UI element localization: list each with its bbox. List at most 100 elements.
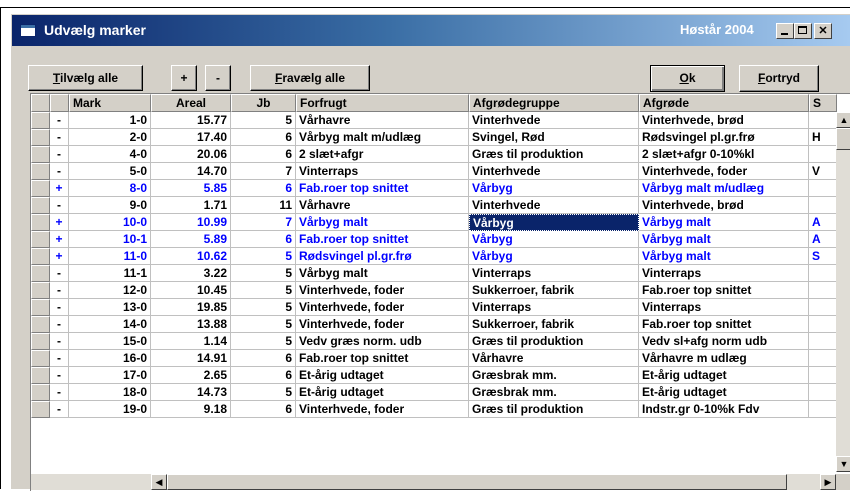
row-previous-crop[interactable]: Vinterraps <box>296 163 469 180</box>
table-row[interactable]: -15-0 1.14 5 Vedv græs norm. udb Græs til pr… <box>31 333 837 350</box>
row-s[interactable] <box>809 197 837 214</box>
table-row[interactable]: -14-0 13.88 5 Vinterhvede, foder Sukkerroer,… <box>31 316 837 333</box>
row-crop[interactable]: Vinterhvede, foder <box>639 163 809 180</box>
row-field[interactable]: 18-0 <box>69 384 151 401</box>
row-field[interactable]: 2-0 <box>69 129 151 146</box>
table-row[interactable]: +10-0 10.99 7 Vårbyg malt Vårbyg Vårbyg malt A <box>31 214 837 231</box>
row-previous-crop[interactable]: Fab.roer top snittet <box>296 180 469 197</box>
row-previous-crop[interactable]: Vårbyg malt m/udlæg <box>296 129 469 146</box>
row-crop[interactable]: Fab.roer top snittet <box>639 282 809 299</box>
column-header-s[interactable]: S <box>809 94 837 112</box>
row-area[interactable]: 9.18 <box>151 401 231 418</box>
row-crop-group[interactable]: Græs til produktion <box>469 401 639 418</box>
row-crop-group[interactable]: Sukkerroer, fabrik <box>469 282 639 299</box>
row-crop[interactable]: Et-årig udtaget <box>639 384 809 401</box>
row-crop-group[interactable]: Vårbyg <box>469 180 639 197</box>
row-selector[interactable] <box>31 282 50 299</box>
row-crop-group[interactable]: Vårbyg <box>469 248 639 265</box>
row-mark[interactable]: - <box>50 299 69 316</box>
row-area[interactable]: 5.85 <box>151 180 231 197</box>
row-area[interactable]: 17.40 <box>151 129 231 146</box>
column-header-jb[interactable]: Jb <box>231 94 296 112</box>
ok-button[interactable]: Ok <box>650 65 725 92</box>
row-mark[interactable]: - <box>50 384 69 401</box>
row-jb[interactable]: 5 <box>231 299 296 316</box>
row-crop-group[interactable]: Vårhavre <box>469 350 639 367</box>
row-mark[interactable]: - <box>50 163 69 180</box>
row-crop[interactable]: Vinterraps <box>639 299 809 316</box>
row-jb[interactable]: 6 <box>231 367 296 384</box>
row-field[interactable]: 9-0 <box>69 197 151 214</box>
row-previous-crop[interactable]: Rødsvingel pl.gr.frø <box>296 248 469 265</box>
row-field[interactable]: 15-0 <box>69 333 151 350</box>
row-area[interactable]: 3.22 <box>151 265 231 282</box>
row-s[interactable] <box>809 112 837 129</box>
row-selector[interactable] <box>31 146 50 163</box>
row-previous-crop[interactable]: Vinterhvede, foder <box>296 282 469 299</box>
row-crop-group[interactable]: Græs til produktion <box>469 333 639 350</box>
row-s[interactable]: H <box>809 129 837 146</box>
row-selector[interactable] <box>31 112 50 129</box>
vertical-scrollbar[interactable]: ▲ ▼ <box>836 112 850 472</box>
select-all-button[interactable]: Tilvælg alle <box>28 65 143 91</box>
row-jb[interactable]: 7 <box>231 214 296 231</box>
row-field[interactable]: 11-0 <box>69 248 151 265</box>
cancel-button[interactable]: Fortryd <box>739 65 819 92</box>
row-previous-crop[interactable]: Vårhavre <box>296 197 469 214</box>
row-jb[interactable]: 5 <box>231 112 296 129</box>
row-s[interactable] <box>809 384 837 401</box>
table-row[interactable]: +10-1 5.89 6 Fab.roer top snittet Vårbyg Vårb… <box>31 231 837 248</box>
table-row[interactable]: -13-0 19.85 5 Vinterhvede, foder Vinterraps V… <box>31 299 837 316</box>
row-selector[interactable] <box>31 333 50 350</box>
title-bar[interactable]: Udvælg marker Høstår 2004 ✕ <box>12 15 850 46</box>
row-field[interactable]: 10-1 <box>69 231 151 248</box>
row-jb[interactable]: 5 <box>231 282 296 299</box>
row-crop[interactable]: Et-årig udtaget <box>639 367 809 384</box>
row-mark[interactable]: + <box>50 248 69 265</box>
row-selector[interactable] <box>31 231 50 248</box>
row-jb[interactable]: 6 <box>231 401 296 418</box>
row-jb[interactable]: 7 <box>231 163 296 180</box>
table-row[interactable]: -16-0 14.91 6 Fab.roer top snittet Vårhavre V… <box>31 350 837 367</box>
table-row[interactable]: +11-0 10.62 5 Rødsvingel pl.gr.frø Vårbyg Vår… <box>31 248 837 265</box>
row-s[interactable]: V <box>809 163 837 180</box>
close-icon[interactable]: ✕ <box>814 23 832 39</box>
row-previous-crop[interactable]: Vinterhvede, foder <box>296 316 469 333</box>
column-header-crop[interactable]: Afgrøde <box>639 94 809 112</box>
row-field[interactable]: 5-0 <box>69 163 151 180</box>
row-jb[interactable]: 5 <box>231 333 296 350</box>
row-crop-group[interactable]: Vinterhvede <box>469 112 639 129</box>
row-selector[interactable] <box>31 180 50 197</box>
row-selector[interactable] <box>31 316 50 333</box>
row-area[interactable]: 13.88 <box>151 316 231 333</box>
row-crop[interactable]: Indstr.gr 0-10%k Fdv <box>639 401 809 418</box>
horizontal-scroll-thumb[interactable] <box>167 474 787 490</box>
row-s[interactable] <box>809 367 837 384</box>
table-row[interactable]: -12-0 10.45 5 Vinterhvede, foder Sukkerroer,… <box>31 282 837 299</box>
row-previous-crop[interactable]: Vinterhvede, foder <box>296 299 469 316</box>
row-mark[interactable]: - <box>50 367 69 384</box>
row-area[interactable]: 10.99 <box>151 214 231 231</box>
row-previous-crop[interactable]: Et-årig udtaget <box>296 384 469 401</box>
row-field[interactable]: 4-0 <box>69 146 151 163</box>
row-previous-crop[interactable]: Vedv græs norm. udb <box>296 333 469 350</box>
row-field[interactable]: 16-0 <box>69 350 151 367</box>
row-field[interactable]: 13-0 <box>69 299 151 316</box>
row-jb[interactable]: 6 <box>231 180 296 197</box>
row-crop-group[interactable]: Vinterhvede <box>469 163 639 180</box>
table-row[interactable]: -19-0 9.18 6 Vinterhvede, foder Græs til pro… <box>31 401 837 418</box>
row-s[interactable] <box>809 180 837 197</box>
row-mark[interactable]: + <box>50 180 69 197</box>
table-row[interactable]: -1-0 15.77 5 Vårhavre Vinterhvede Vinterhvede… <box>31 112 837 129</box>
row-jb[interactable]: 6 <box>231 146 296 163</box>
row-area[interactable]: 20.06 <box>151 146 231 163</box>
row-crop-group[interactable]: Vinterraps <box>469 299 639 316</box>
row-area[interactable]: 1.71 <box>151 197 231 214</box>
minimize-icon[interactable] <box>776 23 794 39</box>
row-area[interactable]: 14.73 <box>151 384 231 401</box>
row-previous-crop[interactable]: Vinterhvede, foder <box>296 401 469 418</box>
row-jb[interactable]: 5 <box>231 316 296 333</box>
row-previous-crop[interactable]: Fab.roer top snittet <box>296 350 469 367</box>
row-field[interactable]: 19-0 <box>69 401 151 418</box>
maximize-icon[interactable] <box>794 23 812 39</box>
